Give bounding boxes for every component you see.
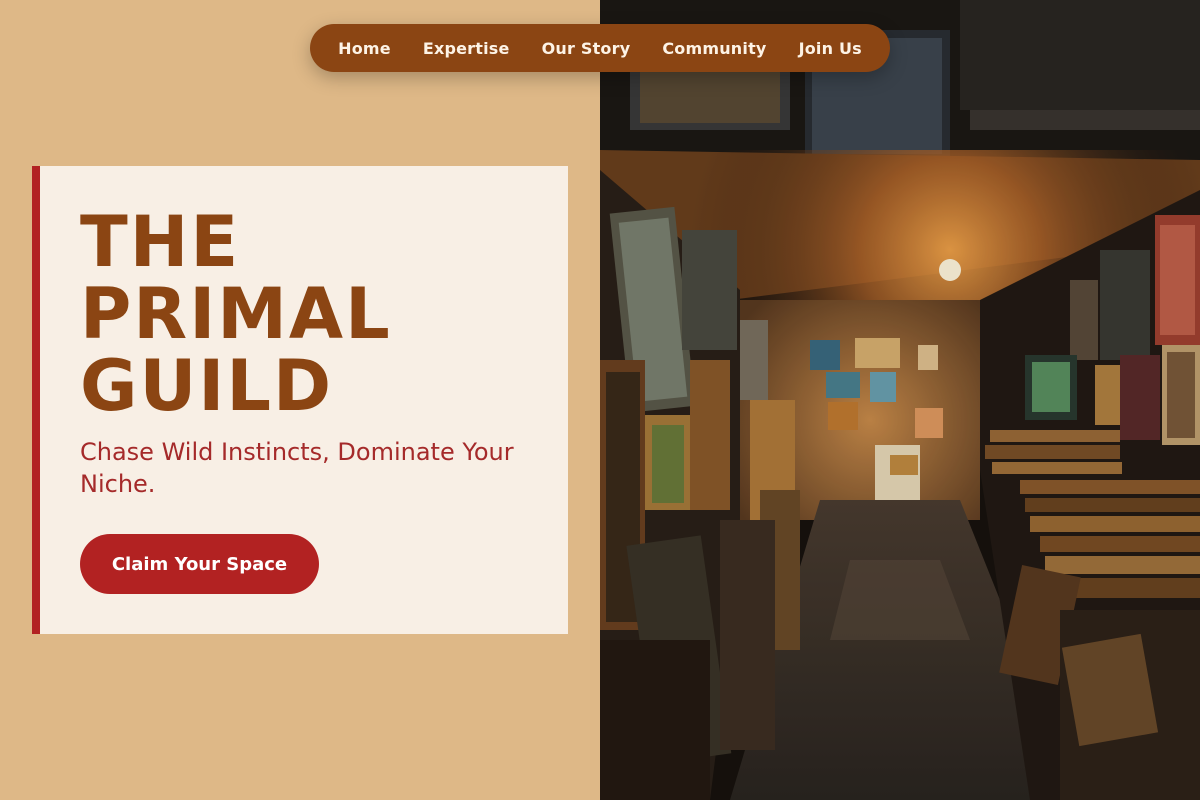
hero-card: THE PRIMAL GUILD Chase Wild Instincts, D… [32,166,568,634]
nav-item-expertise[interactable]: Expertise [423,39,510,58]
hero-tagline: Chase Wild Instincts, Dominate Your Nich… [80,438,514,498]
main-nav: Home Expertise Our Story Community Join … [310,24,890,72]
nav-item-home[interactable]: Home [338,39,391,58]
nav-item-our-story[interactable]: Our Story [542,39,631,58]
nav-item-community[interactable]: Community [662,39,766,58]
hero-title: THE PRIMAL GUILD [80,201,392,427]
nav-item-join-us[interactable]: Join Us [799,39,862,58]
claim-your-space-button[interactable]: Claim Your Space [80,534,319,594]
hero-image [600,0,1200,800]
